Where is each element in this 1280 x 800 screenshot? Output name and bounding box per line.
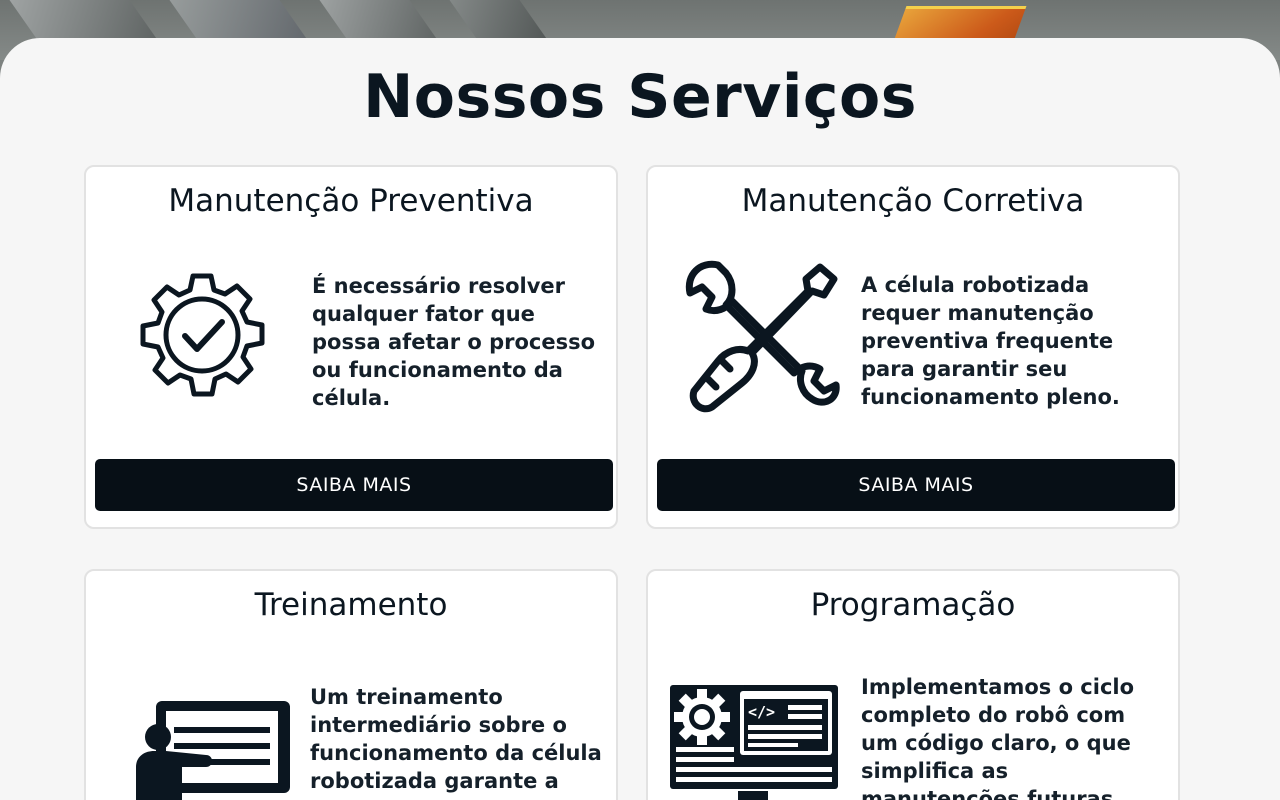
service-card-title: Manutenção Corretiva (741, 183, 1085, 219)
saiba-mais-button[interactable]: SAIBA MAIS (657, 459, 1175, 511)
service-card-corrective: Manutenção Corretiva A célula robotizada… (646, 165, 1180, 529)
service-card-description: Um treinamento intermediário sobre o fun… (310, 685, 602, 793)
service-card-description: É necessário resolver qualquer fator que… (312, 274, 596, 410)
svg-text:</>: </> (748, 703, 775, 721)
service-card-title: Manutenção Preventiva (168, 183, 534, 219)
teacher-board-icon (126, 697, 296, 800)
service-card-preventive: Manutenção Preventiva É necessário resol… (84, 165, 618, 529)
service-card-description: Implementamos o ciclo completo do robô c… (861, 675, 1135, 800)
service-card-title: Programação (810, 587, 1016, 623)
service-card-title: Treinamento (254, 587, 448, 623)
page-title: Nossos Serviços (363, 62, 917, 132)
service-card-description: A célula robotizada requer manutenção pr… (861, 273, 1120, 409)
gear-check-icon (132, 265, 272, 409)
computer-code-icon: </> (668, 683, 840, 800)
service-card-programming: Programação </> Implementamos o ciclo co… (646, 569, 1180, 800)
saiba-mais-button[interactable]: SAIBA MAIS (95, 459, 613, 511)
wrench-screwdriver-icon (682, 257, 842, 421)
service-card-training: Treinamento Um treinamento intermediário… (84, 569, 618, 800)
